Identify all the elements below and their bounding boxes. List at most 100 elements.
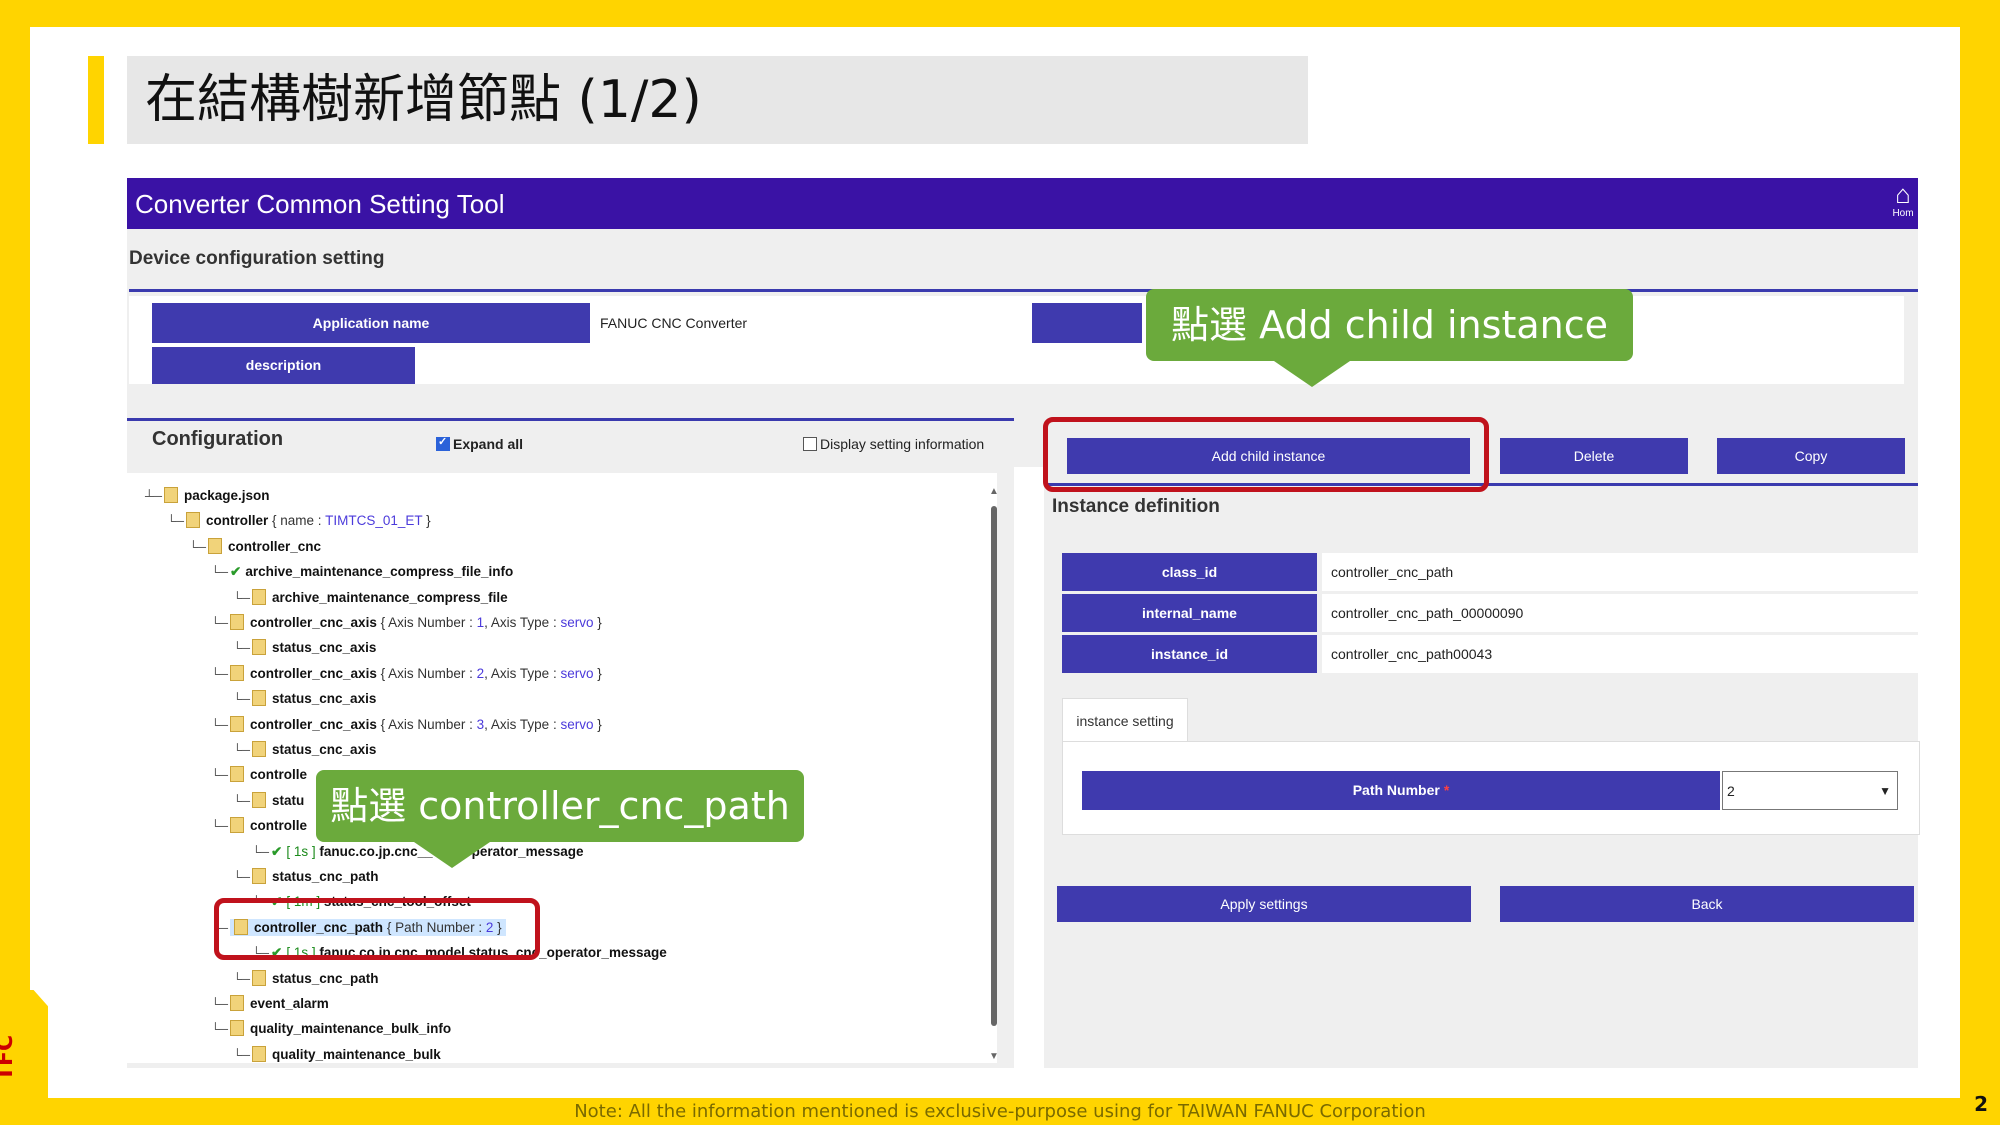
folder-icon <box>230 817 245 834</box>
tree-node-attr: { Axis Number : <box>376 716 477 732</box>
tree-node-name: controller_cnc_axis <box>250 665 377 681</box>
tree-node-name: event_alarm <box>250 996 329 1011</box>
tree-connector-icon: └─ <box>233 971 251 986</box>
tree-node[interactable]: ┴─ package.json <box>145 483 270 508</box>
tree-connector-icon: └─ <box>233 870 251 884</box>
tree-scrollbar[interactable]: ▲ ▼ <box>989 486 999 1066</box>
display-setting-label: Display setting information <box>820 436 985 452</box>
tree-node[interactable]: └─ status_cnc_axis <box>233 635 376 660</box>
tree-node[interactable]: └─ statu <box>233 788 304 813</box>
tree-node[interactable]: └─ archive_maintenance_compress_file <box>233 585 508 610</box>
callout-select-path: 點選 controller_cnc_path <box>316 770 804 868</box>
tree-connector-icon: └─ <box>252 844 270 859</box>
folder-icon <box>230 715 245 732</box>
tree-node-name: status_cnc_path <box>272 869 379 884</box>
home-icon[interactable]: ⌂ Hom <box>1892 180 1914 226</box>
title-accent-bar <box>88 56 104 144</box>
app-name-value: FANUC CNC Converter <box>600 315 748 331</box>
folder-icon <box>230 995 245 1011</box>
tree-node-value: TIMTCS_01_ET <box>325 513 423 529</box>
tree-node-interval: [ 1s ] <box>286 843 320 859</box>
tree-node[interactable]: └─ controller_cnc_axis { Axis Number : 3,… <box>211 712 602 737</box>
display-setting-checkbox[interactable]: Display setting information <box>803 436 984 452</box>
instance-id-label: instance_id <box>1062 635 1317 673</box>
tree-connector-icon: └─ <box>167 514 185 529</box>
folder-icon <box>230 1020 245 1037</box>
tree-node-name: archive_maintenance_compress_file <box>272 589 508 605</box>
configuration-title: Configuration <box>152 428 284 450</box>
path-number-select[interactable]: 2 ▼ <box>1722 771 1898 810</box>
apply-settings-button[interactable]: Apply settings <box>1057 886 1471 922</box>
instance-id-value: controller_cnc_path00043 <box>1322 635 1918 673</box>
config-divider <box>127 418 1014 421</box>
class-id-value: controller_cnc_path <box>1322 553 1918 591</box>
expand-all-checkbox[interactable]: Expand all <box>436 435 524 452</box>
checkbox-checked-icon <box>436 435 450 451</box>
tree-node[interactable]: └─ quality_maintenance_bulk <box>233 1042 441 1063</box>
tree-connector-icon: └─ <box>211 717 229 732</box>
tree-node[interactable]: └─ controlle <box>211 762 307 787</box>
tree-connector-icon: └─ <box>233 641 251 656</box>
path-number-label: Path Number * <box>1082 771 1720 810</box>
tree-node-name: controller_cnc_axis <box>250 716 377 732</box>
tree-node-name: statu <box>272 792 305 808</box>
tree-connector-icon: └─ <box>233 1047 251 1062</box>
tree-node[interactable]: └─ status_cnc_axis <box>233 686 376 711</box>
callout-add-child-text: 點選 Add child instance <box>1170 303 1608 347</box>
config-tree: ┴─ package.json └─ controller { name : TIMT… <box>127 473 997 1063</box>
section-title: Device configuration setting <box>129 248 385 269</box>
expand-all-label: Expand all <box>453 436 524 452</box>
tree-node[interactable]: └─ controller { name : TIMTCS_01_ET } <box>167 508 431 533</box>
tree-connector-icon: ┴─ <box>145 489 163 503</box>
tree-node[interactable]: └─ status_cnc_path <box>233 966 379 991</box>
app-header: Converter Common Setting Tool ⌂ Hom <box>127 178 1918 229</box>
scroll-down-icon[interactable]: ▼ <box>989 1051 999 1062</box>
tree-node[interactable]: └─ status_cnc_path <box>233 864 379 889</box>
folder-icon <box>252 969 267 986</box>
tree-connector-icon: └─ <box>211 565 229 580</box>
chevron-down-icon: ▼ <box>1879 784 1891 798</box>
tab-instance-setting[interactable]: instance setting <box>1062 698 1188 744</box>
tree-node[interactable]: └─ controller_cnc_axis { Axis Number : 1,… <box>211 610 602 635</box>
tree-node-name: status_cnc_path <box>272 970 379 986</box>
tree-node-tail: } <box>593 716 602 732</box>
check-icon: ✔ <box>230 564 242 580</box>
tree-node[interactable]: └─ quality_maintenance_bulk_info <box>211 1016 451 1041</box>
tree-node[interactable]: └─ event_alarm <box>211 991 329 1016</box>
folder-icon <box>252 690 267 707</box>
slide: TFC 在結構樹新增節點 (1/2) Converter Common Sett… <box>0 0 2000 1125</box>
app-info-table: Application name FANUC CNC Converter des… <box>129 296 1904 384</box>
tree-node-tail: } <box>593 665 602 681</box>
tree-connector-icon: └─ <box>233 743 251 757</box>
tree-node-value: servo <box>560 615 594 630</box>
tree-node[interactable]: └─ controlle <box>211 813 307 838</box>
delete-button[interactable]: Delete <box>1500 438 1688 474</box>
tree-node-value: servo <box>560 716 594 732</box>
copy-button[interactable]: Copy <box>1717 438 1905 474</box>
folder-icon <box>208 537 223 554</box>
folder-icon <box>164 487 179 503</box>
tree-node-name: controlle <box>250 767 308 783</box>
tree-node[interactable]: └─ controller_cnc_axis { Axis Number : 2,… <box>211 661 602 686</box>
tree-node[interactable]: └─ controller_cnc <box>189 534 321 559</box>
tree-node-value: servo <box>560 665 594 681</box>
path-number-label-text: Path Number <box>1352 782 1440 798</box>
tree-connector-icon: └─ <box>233 793 251 808</box>
tree-node-name: status_cnc_axis <box>272 640 377 656</box>
tree-node-name: quality_maintenance_bulk_info <box>250 1021 452 1037</box>
scroll-up-icon[interactable]: ▲ <box>989 486 999 497</box>
tree-node-attr: { Axis Number : <box>376 615 477 630</box>
tree-node[interactable]: └─ status_cnc_axis <box>233 737 376 762</box>
tree-connector-icon: └─ <box>189 539 207 554</box>
back-button[interactable]: Back <box>1500 886 1914 922</box>
tree-node-attr: , Axis Type : <box>484 716 561 732</box>
internal-name-value: controller_cnc_path_00000090 <box>1322 594 1918 632</box>
class-id-label: class_id <box>1062 553 1317 591</box>
folder-icon <box>252 588 267 605</box>
tree-node[interactable]: └─ ✔ archive_maintenance_compress_file_inf… <box>211 559 513 584</box>
tree-connector-icon: └─ <box>211 616 229 630</box>
callout-add-child: 點選 Add child instance <box>1146 289 1633 387</box>
highlight-controller-cnc-path <box>214 898 540 960</box>
app-title: Converter Common Setting Tool <box>135 189 505 219</box>
scroll-thumb[interactable] <box>991 506 997 1026</box>
